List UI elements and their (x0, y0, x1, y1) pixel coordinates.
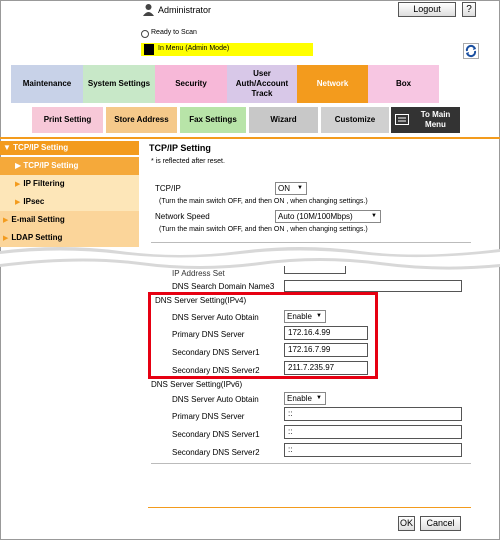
nav-item-tcpip-setting[interactable]: ▶ TCP/IP Setting (0, 157, 139, 175)
tab-wizard[interactable]: Wizard (249, 107, 318, 133)
nav-bullet-icon: ▶ (3, 235, 9, 242)
admin-label: Administrator (158, 5, 212, 15)
tab-maintenance[interactable]: Maintenance (11, 65, 83, 103)
ipv6-group-title: DNS Server Setting(IPv6) (151, 380, 243, 389)
nav-item-label: IPsec (23, 197, 45, 206)
to-main-menu-label: To Main Menu (420, 110, 451, 129)
nav-item-ipsec[interactable]: ▶ IPsec (0, 193, 139, 211)
tab-system-settings[interactable]: System Settings (83, 65, 155, 103)
tcpip-select-value: ON (278, 184, 290, 193)
network-speed-select[interactable]: Auto (10M/100Mbps) ▼ (275, 210, 381, 223)
nav-head-tcpip[interactable]: ▼ TCP/IP Setting (0, 141, 139, 155)
nav-bullet-icon: ▶ (15, 181, 21, 188)
status-indicator (141, 30, 149, 38)
torn-paper-break (0, 247, 500, 270)
highlight-box (148, 292, 378, 379)
network-speed-label: Network Speed (155, 212, 210, 221)
tab-network[interactable]: Network (297, 65, 368, 103)
nav-bullet-icon: ▶ (15, 199, 21, 206)
ipv6-auto-obtain-label: DNS Server Auto Obtain (172, 395, 259, 404)
chevron-down-icon: ▼ (297, 185, 303, 191)
chevron-down-icon: ▼ (316, 395, 322, 401)
logout-button[interactable]: Logout (398, 2, 456, 17)
ipv6-secondary1-field[interactable]: :: (284, 425, 462, 439)
tabs-divider (0, 137, 500, 139)
ipv6-secondary1-label: Secondary DNS Server1 (172, 430, 260, 439)
ipv6-primary-label: Primary DNS Server (172, 412, 245, 421)
tab-store-address[interactable]: Store Address (106, 107, 177, 133)
ip-address-field[interactable] (284, 266, 346, 274)
status-text: Ready to Scan (151, 29, 197, 36)
reset-note: * is reflected after reset. (151, 158, 225, 165)
ok-button[interactable]: OK (398, 516, 415, 531)
speed-hint: (Turn the main switch OFF, and then ON ,… (159, 226, 368, 233)
dns-domain3-label: DNS Search Domain Name3 (172, 282, 275, 291)
nav-head-label: TCP/IP Setting (13, 143, 69, 152)
network-speed-value: Auto (10M/100Mbps) (278, 212, 353, 221)
footer-divider (148, 507, 471, 508)
nav-item-label: IP Filtering (23, 179, 65, 188)
tab-user-auth[interactable]: User Auth/Account Track (227, 65, 297, 103)
nav-bullet-icon: ▶ (15, 161, 22, 170)
nav-item-ip-filtering[interactable]: ▶ IP Filtering (0, 175, 139, 193)
refresh-icon[interactable] (463, 43, 479, 59)
help-button[interactable]: ? (462, 2, 476, 17)
nav-head-icon: ▼ (3, 143, 11, 152)
tab-to-main-menu[interactable]: To Main Menu (391, 107, 460, 133)
dns-domain3-field[interactable] (284, 280, 462, 292)
tab-fax-settings[interactable]: Fax Settings (180, 107, 246, 133)
page-title: TCP/IP Setting (149, 143, 211, 153)
chevron-down-icon: ▼ (371, 213, 377, 219)
mode-text: In Menu (Admin Mode) (158, 45, 230, 52)
nav-item-email-setting[interactable]: ▶ E-mail Setting (0, 211, 139, 229)
nav-item-label: LDAP Setting (11, 233, 63, 242)
ipv6-auto-value: Enable (287, 394, 312, 403)
admin-icon (143, 4, 154, 16)
ipv6-primary-field[interactable]: :: (284, 407, 462, 421)
cancel-button[interactable]: Cancel (420, 516, 461, 531)
mode-icon (144, 44, 154, 55)
ipv6-secondary2-field[interactable]: :: (284, 443, 462, 457)
tcpip-label: TCP/IP (155, 184, 181, 193)
tab-box[interactable]: Box (368, 65, 439, 103)
divider (151, 463, 471, 464)
tcpip-select[interactable]: ON ▼ (275, 182, 307, 195)
ipv6-secondary2-label: Secondary DNS Server2 (172, 448, 260, 457)
ip-address-setting-label: IP Address Set (172, 269, 225, 278)
tab-customize[interactable]: Customize (321, 107, 389, 133)
ipv6-auto-obtain-select[interactable]: Enable ▼ (284, 392, 326, 405)
tab-print-setting[interactable]: Print Setting (32, 107, 103, 133)
tab-security[interactable]: Security (155, 65, 227, 103)
nav-item-label: TCP/IP Setting (23, 161, 79, 170)
menu-icon (395, 114, 409, 125)
tcpip-hint: (Turn the main switch OFF, and then ON ,… (159, 198, 368, 205)
nav-bullet-icon: ▶ (3, 217, 9, 224)
nav-item-label: E-mail Setting (11, 215, 65, 224)
